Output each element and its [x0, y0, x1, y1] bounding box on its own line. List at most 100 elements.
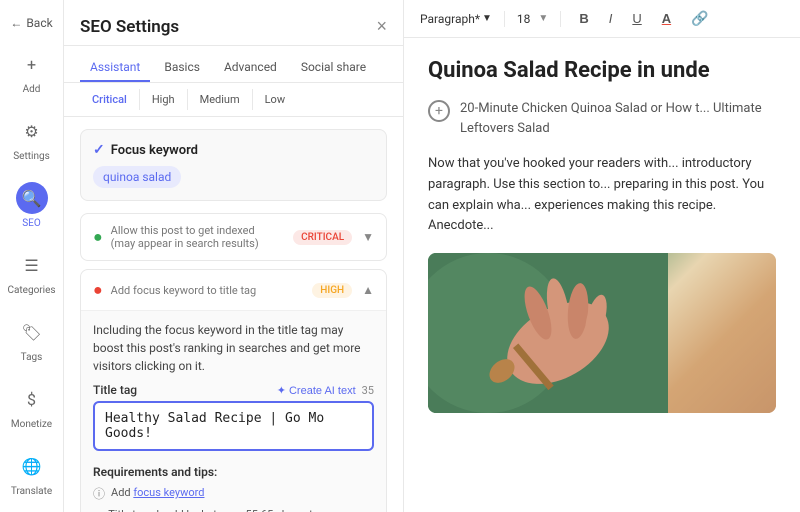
- tab-social-share[interactable]: Social share: [291, 54, 376, 82]
- close-button[interactable]: ×: [376, 16, 387, 37]
- editor-image: [428, 253, 776, 413]
- focus-keyword-link[interactable]: focus keyword: [133, 486, 204, 499]
- seo-tabs: Assistant Basics Advanced Social share: [64, 46, 403, 83]
- italic-button[interactable]: I: [603, 9, 619, 28]
- seo-panel-title: SEO Settings: [80, 17, 179, 37]
- req-icon-1: ◇: [93, 508, 102, 512]
- priority-high[interactable]: High: [140, 89, 188, 110]
- suggestion-text: 20-Minute Chicken Quinoa Salad or How t.…: [460, 99, 776, 138]
- seo-item-index-header[interactable]: ● Allow this post to get indexed (may ap…: [81, 214, 386, 260]
- toolbar-separator-2: [560, 11, 561, 27]
- sidebar-item-tags[interactable]: 🏷 Tags: [0, 306, 63, 373]
- sidebar-item-add[interactable]: + Add: [0, 38, 63, 105]
- requirements-title: Requirements and tips:: [93, 465, 374, 479]
- sidebar-label-tags: Tags: [21, 352, 43, 363]
- seo-item-body: Including the focus keyword in the title…: [81, 310, 386, 512]
- underline-button[interactable]: U: [626, 9, 647, 28]
- text-color-button[interactable]: A: [656, 9, 677, 28]
- sidebar-label-translate: Translate: [11, 486, 52, 497]
- tags-icon: 🏷: [16, 316, 48, 348]
- priority-low[interactable]: Low: [253, 89, 297, 110]
- link-button[interactable]: 🔗: [685, 8, 714, 29]
- requirements-section: Requirements and tips: ⓘ Add focus keywo…: [93, 465, 374, 512]
- seo-item-index: ● Allow this post to get indexed (may ap…: [80, 213, 387, 261]
- sidebar-label-categories: Categories: [7, 285, 55, 296]
- add-suggestion-button[interactable]: +: [428, 100, 450, 122]
- sidebar-item-categories[interactable]: ☰ Categories: [0, 239, 63, 306]
- add-icon: +: [16, 48, 48, 80]
- seo-item-focus-keyword-title: ● Add focus keyword to title tag HIGH ▲ …: [80, 269, 387, 512]
- editor-content: Quinoa Salad Recipe in unde + 20-Minute …: [404, 38, 800, 512]
- badge-critical: CRITICAL: [293, 230, 352, 245]
- status-red-icon: ●: [93, 280, 103, 300]
- focus-keyword-label: Focus keyword: [111, 143, 198, 158]
- req-item-0: ⓘ Add focus keyword: [93, 485, 374, 503]
- check-icon: ✓: [93, 142, 105, 158]
- sidebar: ← Back + Add ⚙ Settings 🔍 SEO ☰ Categori…: [0, 0, 64, 512]
- priority-tabs: Critical High Medium Low: [64, 83, 403, 117]
- translate-icon: 🌐: [16, 450, 48, 482]
- seo-icon: 🔍: [16, 182, 48, 214]
- editor-toolbar: Paragraph* ▼ 18 ▼ B I U A 🔗: [404, 0, 800, 38]
- back-button[interactable]: ← Back: [0, 8, 63, 38]
- monetize-icon: $: [16, 383, 48, 415]
- chevron-up-icon[interactable]: ▲: [362, 283, 374, 297]
- font-size-chevron-icon: ▼: [538, 13, 548, 24]
- seo-item-description: Including the focus keyword in the title…: [93, 321, 374, 375]
- char-count: 35: [362, 384, 374, 397]
- sidebar-item-monetize[interactable]: $ Monetize: [0, 373, 63, 440]
- editor-paragraph[interactable]: Now that you've hooked your readers with…: [428, 154, 776, 237]
- badge-high: HIGH: [312, 283, 352, 298]
- focus-keyword-title: ✓ Focus keyword: [93, 142, 374, 158]
- sidebar-item-translate[interactable]: 🌐 Translate: [0, 440, 63, 507]
- sidebar-label-add: Add: [23, 84, 41, 95]
- priority-critical[interactable]: Critical: [80, 89, 140, 110]
- seo-item-index-sub: (may appear in search results): [111, 237, 259, 250]
- seo-header: SEO Settings ×: [64, 0, 403, 46]
- paragraph-select[interactable]: Paragraph* ▼: [420, 12, 492, 26]
- sidebar-label-settings: Settings: [13, 151, 50, 162]
- seo-item-focus-main: Add focus keyword to title tag: [111, 284, 257, 297]
- back-arrow-icon: ←: [10, 16, 22, 30]
- editor-area: Paragraph* ▼ 18 ▼ B I U A 🔗 Quinoa Salad…: [404, 0, 800, 512]
- tab-assistant[interactable]: Assistant: [80, 54, 150, 82]
- tab-advanced[interactable]: Advanced: [214, 54, 287, 82]
- font-size-value[interactable]: 18: [517, 12, 531, 26]
- seo-item-focus-left: ● Add focus keyword to title tag: [93, 280, 256, 300]
- title-tag-input[interactable]: [93, 401, 374, 451]
- back-label: Back: [26, 16, 52, 30]
- settings-icon: ⚙: [16, 115, 48, 147]
- priority-medium[interactable]: Medium: [188, 89, 253, 110]
- title-tag-row: Title tag ✦ Create AI text 35: [93, 383, 374, 397]
- paragraph-label: Paragraph*: [420, 12, 480, 26]
- title-tag-label: Title tag: [93, 383, 137, 397]
- seo-item-index-text: Allow this post to get indexed (may appe…: [111, 224, 259, 250]
- seo-item-focus-header[interactable]: ● Add focus keyword to title tag HIGH ▲: [81, 270, 386, 310]
- sidebar-label-monetize: Monetize: [11, 419, 52, 430]
- food-image-svg: [428, 253, 668, 413]
- sidebar-item-settings[interactable]: ⚙ Settings: [0, 105, 63, 172]
- sidebar-item-seo[interactable]: 🔍 SEO: [0, 172, 63, 239]
- keyword-chip[interactable]: quinoa salad: [93, 166, 181, 188]
- categories-icon: ☰: [16, 249, 48, 281]
- bold-button[interactable]: B: [573, 9, 594, 28]
- status-green-icon: ●: [93, 227, 103, 247]
- seo-item-index-main: Allow this post to get indexed: [111, 224, 259, 237]
- create-ai-button[interactable]: ✦ Create AI text: [277, 384, 356, 397]
- seo-panel: SEO Settings × Assistant Basics Advanced…: [64, 0, 404, 512]
- paragraph-chevron-icon: ▼: [482, 13, 492, 24]
- seo-item-focus-text: Add focus keyword to title tag: [111, 284, 257, 297]
- focus-keyword-section: ✓ Focus keyword quinoa salad: [80, 129, 387, 201]
- req-text-1: Title tag should be between 55-65 charac…: [108, 507, 328, 512]
- req-icon-0: ⓘ: [93, 486, 105, 503]
- image-placeholder: [428, 253, 776, 413]
- panel-content: ✓ Focus keyword quinoa salad ● Allow thi…: [64, 117, 403, 512]
- toolbar-separator-1: [504, 11, 505, 27]
- tab-basics[interactable]: Basics: [154, 54, 210, 82]
- req-item-1: ◇ Title tag should be between 55-65 char…: [93, 507, 374, 512]
- suggestion-row: + 20-Minute Chicken Quinoa Salad or How …: [428, 99, 776, 138]
- post-title[interactable]: Quinoa Salad Recipe in unde: [428, 58, 776, 83]
- seo-item-index-left: ● Allow this post to get indexed (may ap…: [93, 224, 259, 250]
- chevron-down-icon[interactable]: ▼: [362, 230, 374, 244]
- sidebar-label-seo: SEO: [22, 218, 41, 229]
